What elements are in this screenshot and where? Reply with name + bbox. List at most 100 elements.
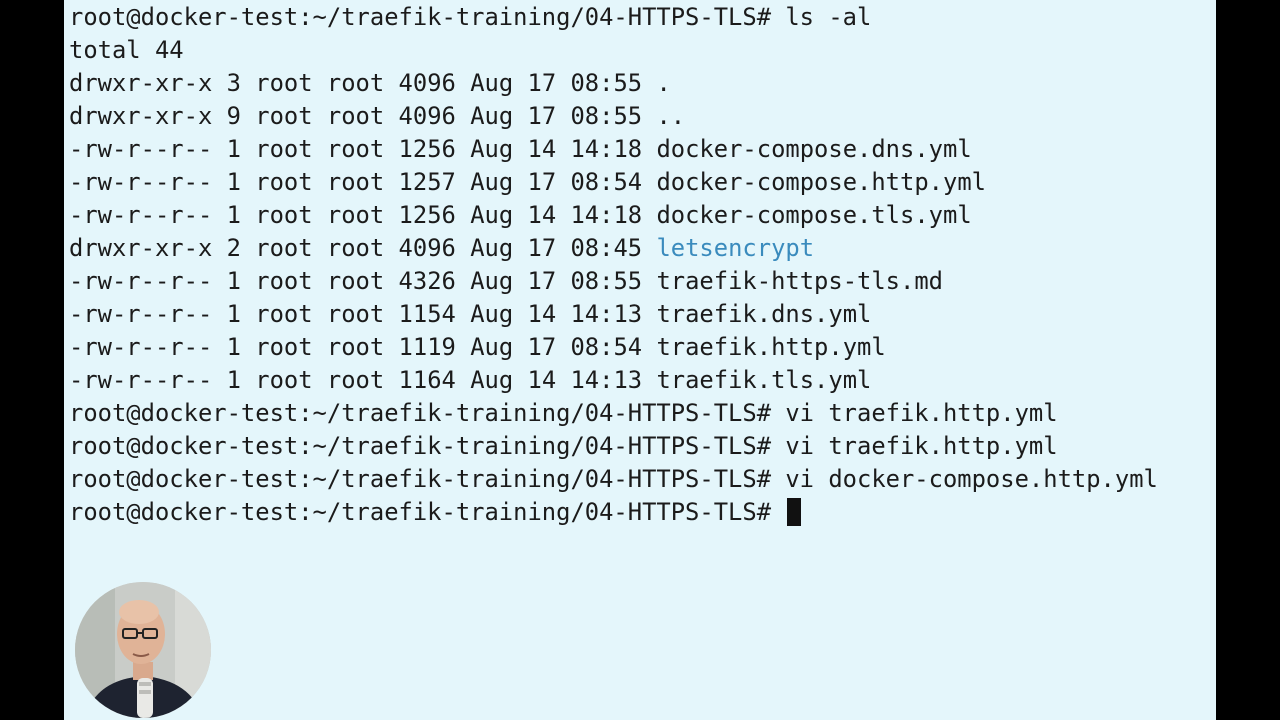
- command-line: root@docker-test:~/traefik-training/04-H…: [69, 463, 1158, 496]
- file-permissions: -rw-r--r--: [69, 333, 213, 361]
- file-size: 1164: [398, 366, 456, 394]
- file-entry: -rw-r--r-- 1 root root 1256 Aug 14 14:18…: [69, 199, 1158, 232]
- file-size: 1256: [398, 135, 456, 163]
- file-group: root: [326, 267, 385, 295]
- shell-prompt: root@docker-test:~/traefik-training/04-H…: [69, 465, 786, 493]
- command-line: root@docker-test:~/traefik-training/04-H…: [69, 1, 1158, 34]
- file-entry: drwxr-xr-x 2 root root 4096 Aug 17 08:45…: [69, 232, 1158, 265]
- shell-prompt: root@docker-test:~/traefik-training/04-H…: [69, 3, 786, 31]
- file-link-count: 1: [226, 168, 241, 196]
- letterbox-left: [0, 0, 64, 720]
- file-group: root: [326, 300, 385, 328]
- file-size: 1154: [398, 300, 456, 328]
- file-link-count: 1: [226, 333, 241, 361]
- file-name: docker-compose.http.yml: [656, 168, 986, 196]
- output-text: total 44: [69, 36, 184, 64]
- file-size: 4096: [398, 69, 456, 97]
- command-text: vi traefik.http.yml: [785, 399, 1058, 427]
- file-owner: root: [255, 135, 313, 163]
- command-text: vi docker-compose.http.yml: [785, 465, 1158, 493]
- file-group: root: [326, 102, 385, 130]
- file-name: traefik.http.yml: [656, 333, 886, 361]
- directory-name: letsencrypt: [656, 234, 815, 262]
- file-permissions: -rw-r--r--: [69, 267, 213, 295]
- file-owner: root: [255, 234, 313, 262]
- file-link-count: 1: [226, 300, 241, 328]
- file-date: Aug 17 08:55: [470, 267, 643, 295]
- file-name: docker-compose.dns.yml: [656, 135, 972, 163]
- command-line: root@docker-test:~/traefik-training/04-H…: [69, 397, 1158, 430]
- terminal-window[interactable]: root@docker-test:~/traefik-training/04-H…: [64, 0, 1216, 720]
- file-owner: root: [255, 201, 313, 229]
- text-cursor: [787, 497, 802, 526]
- file-date: Aug 14 14:18: [470, 135, 643, 163]
- file-permissions: -rw-r--r--: [69, 300, 213, 328]
- file-link-count: 1: [226, 135, 241, 163]
- file-name: docker-compose.tls.yml: [656, 201, 972, 229]
- file-name: traefik.dns.yml: [656, 300, 872, 328]
- file-entry: drwxr-xr-x 9 root root 4096 Aug 17 08:55…: [69, 100, 1158, 133]
- shell-prompt: root@docker-test:~/traefik-training/04-H…: [69, 399, 786, 427]
- file-date: Aug 17 08:54: [470, 168, 643, 196]
- file-date: Aug 14 14:13: [470, 300, 643, 328]
- webcam-overlay: [75, 582, 211, 718]
- file-link-count: 3: [226, 69, 241, 97]
- file-size: 1256: [398, 201, 456, 229]
- file-name: traefik.tls.yml: [656, 366, 872, 394]
- file-entry: -rw-r--r-- 1 root root 4326 Aug 17 08:55…: [69, 265, 1158, 298]
- shell-prompt: root@docker-test:~/traefik-training/04-H…: [69, 498, 786, 526]
- file-group: root: [326, 333, 385, 361]
- file-entry: -rw-r--r-- 1 root root 1257 Aug 17 08:54…: [69, 166, 1158, 199]
- file-size: 1119: [398, 333, 456, 361]
- file-link-count: 1: [226, 201, 241, 229]
- file-owner: root: [255, 267, 313, 295]
- file-size: 4096: [398, 234, 456, 262]
- file-link-count: 9: [226, 102, 241, 130]
- file-permissions: drwxr-xr-x: [69, 234, 213, 262]
- file-group: root: [326, 69, 385, 97]
- file-permissions: -rw-r--r--: [69, 366, 213, 394]
- terminal-output: root@docker-test:~/traefik-training/04-H…: [69, 1, 1158, 529]
- file-size: 4096: [398, 102, 456, 130]
- file-permissions: drwxr-xr-x: [69, 102, 213, 130]
- file-group: root: [326, 168, 385, 196]
- command-text: vi traefik.http.yml: [785, 432, 1058, 460]
- file-owner: root: [255, 300, 313, 328]
- file-owner: root: [255, 366, 313, 394]
- file-owner: root: [255, 333, 313, 361]
- file-entry: -rw-r--r-- 1 root root 1154 Aug 14 14:13…: [69, 298, 1158, 331]
- command-line: root@docker-test:~/traefik-training/04-H…: [69, 496, 1158, 529]
- file-name: traefik-https-tls.md: [656, 267, 943, 295]
- file-date: Aug 17 08:55: [470, 69, 643, 97]
- output-line: total 44: [69, 34, 1158, 67]
- presenter-avatar: [75, 582, 211, 718]
- file-link-count: 1: [226, 366, 241, 394]
- file-entry: drwxr-xr-x 3 root root 4096 Aug 17 08:55…: [69, 67, 1158, 100]
- file-group: root: [326, 135, 385, 163]
- file-group: root: [326, 201, 385, 229]
- file-group: root: [326, 234, 385, 262]
- file-link-count: 1: [226, 267, 241, 295]
- file-link-count: 2: [226, 234, 241, 262]
- file-name: .: [656, 69, 671, 97]
- command-line: root@docker-test:~/traefik-training/04-H…: [69, 430, 1158, 463]
- file-owner: root: [255, 69, 313, 97]
- file-permissions: drwxr-xr-x: [69, 69, 213, 97]
- file-date: Aug 14 14:13: [470, 366, 643, 394]
- file-permissions: -rw-r--r--: [69, 135, 213, 163]
- letterbox-right: [1216, 0, 1280, 720]
- file-name: ..: [656, 102, 686, 130]
- file-date: Aug 17 08:55: [470, 102, 643, 130]
- file-size: 4326: [398, 267, 456, 295]
- shell-prompt: root@docker-test:~/traefik-training/04-H…: [69, 432, 786, 460]
- file-owner: root: [255, 168, 313, 196]
- file-permissions: -rw-r--r--: [69, 168, 213, 196]
- file-group: root: [326, 366, 385, 394]
- file-owner: root: [255, 102, 313, 130]
- file-entry: -rw-r--r-- 1 root root 1164 Aug 14 14:13…: [69, 364, 1158, 397]
- file-entry: -rw-r--r-- 1 root root 1119 Aug 17 08:54…: [69, 331, 1158, 364]
- command-text: ls -al: [785, 3, 872, 31]
- file-date: Aug 17 08:54: [470, 333, 643, 361]
- file-date: Aug 17 08:45: [470, 234, 643, 262]
- file-entry: -rw-r--r-- 1 root root 1256 Aug 14 14:18…: [69, 133, 1158, 166]
